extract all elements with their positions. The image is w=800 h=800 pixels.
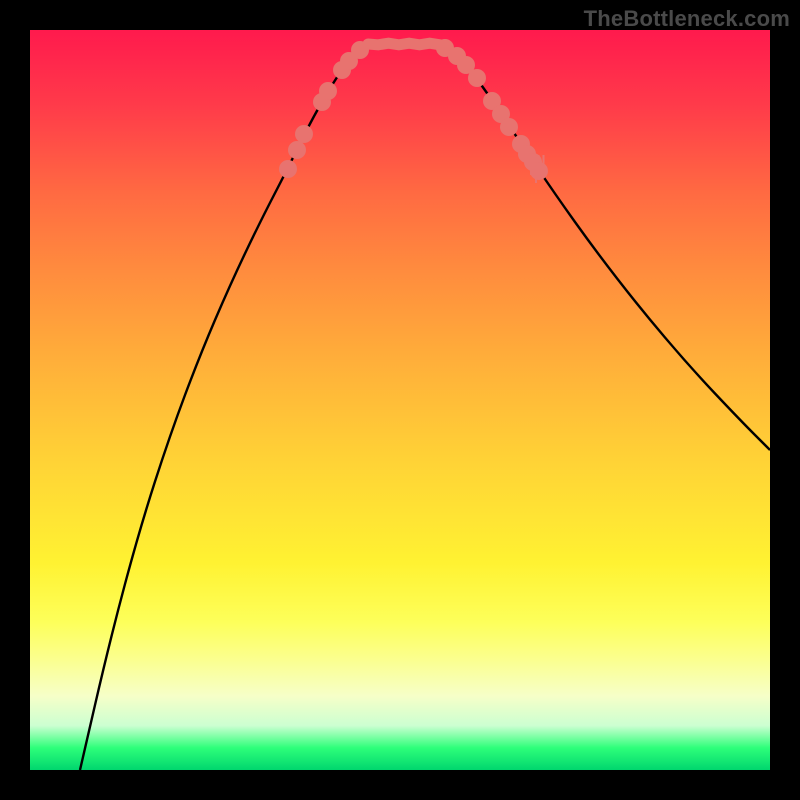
data-marker	[351, 41, 369, 59]
data-marker	[468, 69, 486, 87]
watermark-text: TheBottleneck.com	[584, 6, 790, 32]
data-marker	[295, 125, 313, 143]
plot-area	[30, 30, 770, 770]
data-marker	[500, 118, 518, 136]
data-marker	[279, 160, 297, 178]
data-marker	[319, 82, 337, 100]
markers-left	[279, 41, 369, 178]
curve-flat-segment	[368, 43, 440, 45]
chart-frame: TheBottleneck.com	[0, 0, 800, 800]
data-marker	[530, 162, 548, 180]
curve-left	[80, 44, 368, 770]
data-marker	[288, 141, 306, 159]
chart-svg	[30, 30, 770, 770]
markers-right	[436, 39, 548, 180]
